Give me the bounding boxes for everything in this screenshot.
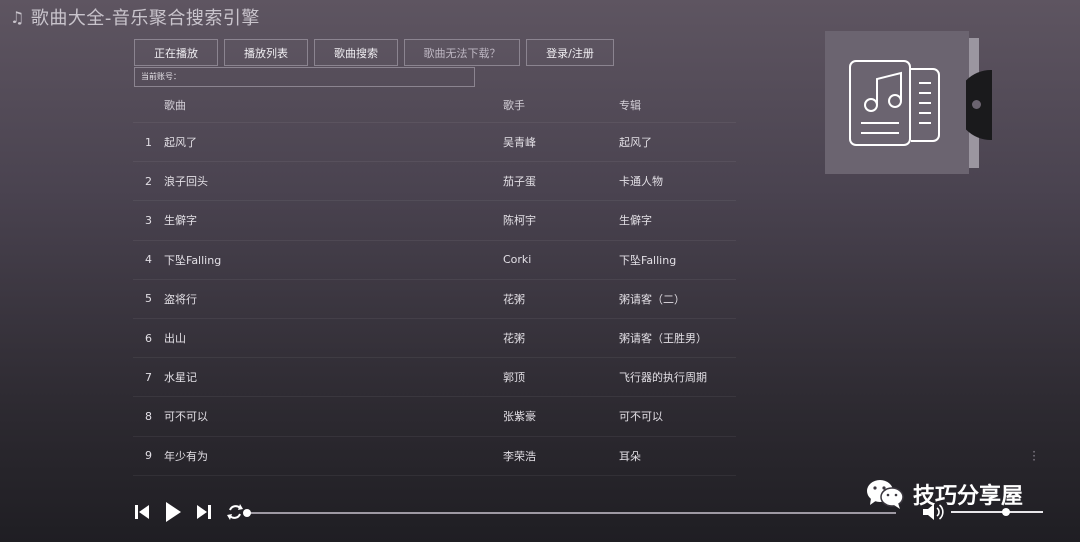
table-row[interactable]: 5 盗将行 花粥 粥请客（二） [133, 280, 736, 319]
wechat-icon [867, 480, 904, 509]
song-title[interactable]: 盗将行 [164, 291, 503, 307]
table-row[interactable]: 6 出山 花粥 粥请客（王胜男） [133, 319, 736, 359]
row-number: 3 [145, 213, 152, 227]
song-album[interactable]: 可不可以 [619, 408, 736, 424]
song-album[interactable]: 下坠Falling [619, 252, 736, 268]
song-table: 歌曲 歌手 专辑 1 起风了 吴青峰 起风了 2 浪子回头 茄子蛋 卡通人物 3 生僻字 陈柯宇 生僻… [133, 87, 736, 476]
song-album[interactable]: 起风了 [619, 134, 736, 150]
table-row[interactable]: 8 可不可以 张紫豪 可不可以 [133, 397, 736, 437]
table-row[interactable]: 3 生僻字 陈柯宇 生僻字 [133, 201, 736, 241]
row-number: 4 [145, 253, 152, 267]
playlist-button[interactable]: 播放列表 [224, 39, 308, 66]
song-artist[interactable]: 吴青峰 [503, 134, 619, 150]
account-box: 当前账号： [134, 67, 475, 87]
song-title[interactable]: 下坠Falling [164, 252, 503, 268]
table-row[interactable]: 1 起风了 吴青峰 起风了 [133, 123, 736, 163]
row-number: 6 [145, 331, 152, 345]
skip-back-icon [135, 505, 149, 519]
play-icon [166, 502, 181, 522]
header-song: 歌曲 [164, 98, 186, 112]
album-art [825, 31, 969, 174]
song-artist[interactable]: 张紫豪 [503, 408, 619, 424]
song-album[interactable]: 粥请客（二） [619, 291, 736, 307]
table-header: 歌曲 歌手 专辑 [133, 87, 736, 123]
song-album[interactable]: 粥请客（王胜男） [619, 330, 736, 346]
song-album[interactable]: 飞行器的执行周期 [619, 369, 736, 385]
song-artist[interactable]: 花粥 [503, 291, 619, 307]
row-number: 2 [145, 174, 152, 188]
song-title[interactable]: 水星记 [164, 369, 503, 385]
song-album[interactable]: 耳朵 [619, 448, 736, 464]
repeat-icon [227, 504, 243, 520]
volume-slider[interactable] [951, 508, 1043, 516]
vinyl-disc-icon [966, 70, 992, 140]
song-artist[interactable]: 花粥 [503, 330, 619, 346]
app-title: ♫ 歌曲大全-音乐聚合搜索引擎 [10, 4, 260, 30]
row-number: 7 [145, 370, 152, 384]
song-title[interactable]: 浪子回头 [164, 173, 503, 189]
song-artist[interactable]: 李荣浩 [503, 448, 619, 464]
table-row[interactable]: 9 年少有为 李荣浩 耳朵 [133, 437, 736, 476]
table-row[interactable]: 2 浪子回头 茄子蛋 卡通人物 [133, 162, 736, 202]
song-artist[interactable]: 郭顶 [503, 369, 619, 385]
row-number: 9 [145, 449, 152, 463]
table-row[interactable]: 4 下坠Falling Corki 下坠Falling [133, 241, 736, 280]
app-title-text: 歌曲大全-音乐聚合搜索引擎 [30, 8, 260, 29]
row-number: 8 [145, 409, 152, 423]
header-artist: 歌手 [503, 98, 525, 112]
top-nav: 正在播放 播放列表 歌曲搜索 歌曲无法下载？ 登录/注册 [134, 39, 614, 66]
song-artist[interactable]: 茄子蛋 [503, 173, 619, 189]
progress-bar[interactable] [243, 509, 896, 517]
previous-track-button[interactable] [131, 500, 153, 524]
song-album[interactable]: 卡通人物 [619, 173, 736, 189]
skip-forward-icon [197, 505, 211, 519]
player-controls [131, 500, 246, 524]
progress-knob[interactable] [243, 509, 251, 517]
song-title[interactable]: 年少有为 [164, 448, 503, 464]
table-row[interactable]: 7 水星记 郭顶 飞行器的执行周期 [133, 358, 736, 398]
login-register-button[interactable]: 登录/注册 [526, 39, 614, 66]
cannot-download-button[interactable]: 歌曲无法下载？ [404, 39, 520, 66]
song-artist[interactable]: 陈柯宇 [503, 212, 619, 228]
song-title[interactable]: 出山 [164, 330, 503, 346]
song-title[interactable]: 起风了 [164, 134, 503, 150]
play-button[interactable] [162, 500, 184, 524]
watermark-text: 技巧分享屋 [913, 484, 1024, 509]
song-title[interactable]: 可不可以 [164, 408, 503, 424]
more-options-icon[interactable]: · · · [1030, 446, 1038, 466]
watermark: 技巧分享屋 [865, 478, 1023, 510]
next-track-button[interactable] [193, 500, 215, 524]
song-album[interactable]: 生僻字 [619, 212, 736, 228]
account-label: 当前账号： [141, 72, 181, 81]
row-number: 1 [145, 135, 152, 149]
song-search-button[interactable]: 歌曲搜索 [314, 39, 398, 66]
header-album: 专辑 [619, 98, 641, 112]
row-number: 5 [145, 292, 152, 306]
music-note-icon: ♫ [10, 7, 25, 27]
now-playing-button[interactable]: 正在播放 [134, 39, 218, 66]
music-sheet-icon [849, 60, 940, 146]
song-title[interactable]: 生僻字 [164, 212, 503, 228]
song-artist[interactable]: Corki [503, 253, 619, 266]
